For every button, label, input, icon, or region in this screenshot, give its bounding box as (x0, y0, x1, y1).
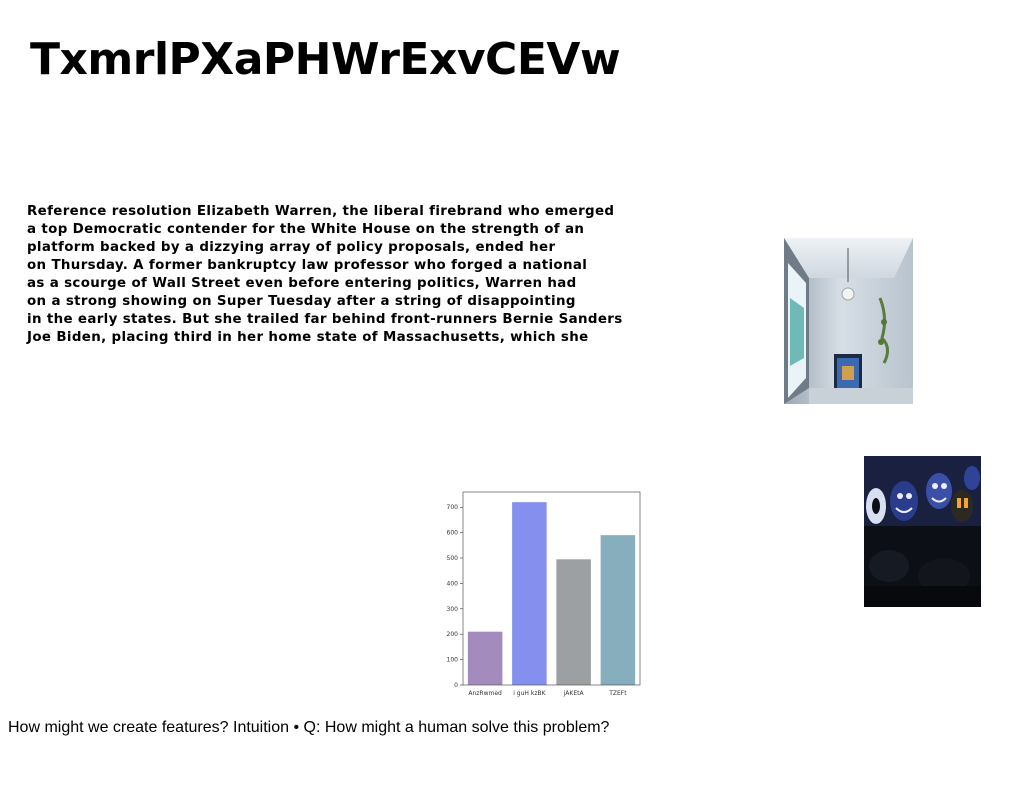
footer-caption: How might we create features? Intuition … (8, 719, 610, 736)
bar (556, 559, 591, 685)
room-interior-photo (784, 238, 913, 404)
x-tick-label: TZEFt (608, 690, 627, 697)
y-tick-label: 100 (447, 657, 459, 664)
paragraph-line: Reference resolution Elizabeth Warren, t… (27, 204, 615, 219)
paragraph-line: on Thursday. A former bankruptcy law pro… (27, 258, 588, 273)
x-tick-label: jAKEtA (563, 690, 585, 697)
article-paragraph: Reference resolution Elizabeth Warren, t… (27, 203, 667, 347)
paragraph-line: platform backed by a dizzying array of p… (27, 240, 556, 255)
y-tick-label: 700 (447, 504, 459, 511)
paragraph-line: in the early states. But she trailed far… (27, 312, 623, 327)
x-tick-label: i guH kzBK (513, 690, 546, 697)
y-tick-label: 0 (454, 682, 458, 689)
paragraph-line: as a scourge of Wall Street even before … (27, 276, 577, 291)
halloween-lanterns-photo (864, 456, 981, 607)
y-tick-label: 600 (447, 530, 459, 537)
paragraph-line: a top Democratic contender for the White… (27, 222, 585, 237)
y-tick-label: 200 (447, 631, 459, 638)
y-tick-label: 300 (447, 606, 459, 613)
y-tick-label: 500 (447, 555, 459, 562)
paragraph-line: on a strong showing on Super Tuesday aft… (27, 294, 576, 309)
bar (600, 535, 636, 685)
document-title: TxmrlPXaPHWrExvCEVw (30, 34, 621, 85)
bar (512, 502, 547, 685)
bar (467, 631, 503, 685)
x-tick-label: AnzRwmed (468, 690, 502, 697)
bar-chart: AnzRwmed i guH kzBK jAKEtA TZEFt 0 100 200 300 4… (440, 488, 646, 702)
y-tick-label: 400 (447, 580, 459, 587)
paragraph-line: Joe Biden, placing third in her home sta… (27, 330, 589, 345)
